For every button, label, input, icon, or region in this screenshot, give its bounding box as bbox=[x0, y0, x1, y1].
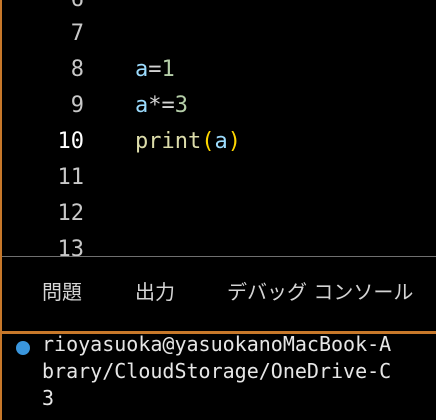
code-line-9[interactable]: 9 a*=3 bbox=[2, 88, 436, 124]
code-text: a=1 bbox=[135, 52, 175, 88]
code-text: a*=3 bbox=[135, 88, 188, 124]
code-line-12[interactable]: 12 bbox=[2, 196, 436, 232]
number-token: 1 bbox=[161, 57, 175, 82]
bracket-token: ) bbox=[227, 129, 241, 154]
code-line-8[interactable]: 8 a=1 bbox=[2, 52, 436, 88]
tab-output[interactable]: 出力 bbox=[135, 279, 175, 305]
terminal-line: brary/CloudStorage/OneDrive-C bbox=[42, 359, 392, 383]
function-token: print bbox=[135, 129, 202, 154]
terminal-line: rioyasuoka@yasuokanoMacBook-A bbox=[42, 334, 392, 356]
code-line-10[interactable]: 10 print(a) bbox=[2, 124, 436, 160]
panel-tab-bar: 問題 出力 デバッグ コンソール bbox=[2, 257, 436, 331]
operator-token: = bbox=[148, 57, 162, 82]
code-text: print(a) bbox=[135, 124, 241, 160]
variable-token: a bbox=[135, 57, 149, 82]
terminal-output: 3 bbox=[42, 386, 55, 410]
line-number: 7 bbox=[70, 21, 84, 46]
line-number: 9 bbox=[70, 93, 84, 118]
variable-token: a bbox=[135, 93, 149, 118]
line-number: 11 bbox=[57, 165, 85, 190]
operator-token: *= bbox=[148, 93, 175, 118]
code-line-13[interactable]: 13 bbox=[2, 232, 436, 256]
vscode-window: 6 7 8 a=1 9 a*=3 10 print(a) 11 12 13 問題… bbox=[0, 0, 436, 420]
variable-token: a bbox=[214, 129, 228, 154]
code-editor[interactable]: 6 7 8 a=1 9 a*=3 10 print(a) 11 12 13 bbox=[2, 0, 436, 256]
line-number: 10 bbox=[57, 129, 85, 154]
code-line-11[interactable]: 11 bbox=[2, 160, 436, 196]
number-token: 3 bbox=[174, 93, 188, 118]
bracket-token: ( bbox=[201, 129, 215, 154]
terminal[interactable]: rioyasuoka@yasuokanoMacBook-A brary/Clou… bbox=[2, 334, 436, 420]
code-line-7[interactable]: 7 bbox=[2, 16, 436, 52]
circle-dot-icon[interactable] bbox=[16, 341, 30, 355]
tab-debug-console[interactable]: デバッグ コンソール bbox=[227, 279, 413, 305]
line-number: 8 bbox=[70, 57, 84, 82]
line-number: 13 bbox=[57, 237, 85, 256]
line-number: 12 bbox=[57, 201, 85, 226]
tab-problems[interactable]: 問題 bbox=[42, 279, 82, 305]
